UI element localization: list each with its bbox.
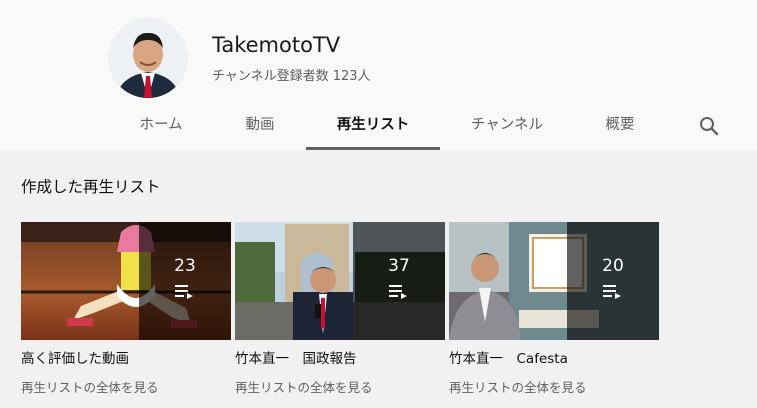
channel-header: TakemotoTV チャンネル登録者数 123人 ホーム 動画 再生リスト チ… [0,0,757,150]
channel-avatar[interactable] [108,18,188,98]
tab-playlists[interactable]: 再生リスト [306,100,440,150]
playlist-title[interactable]: 竹本直一 国政報告 [235,347,357,367]
video-count: 23 [174,256,196,276]
playlist-thumbnail[interactable]: 20 [449,222,659,340]
channel-tabs: ホーム 動画 再生リスト チャンネル 概要 [0,100,757,150]
playlist-card: 23 高く評価した動画 再生リストの全体を見る [21,222,231,395]
playlist-card: 37 竹本直一 国政報告 再生リストの全体を見る [235,222,445,395]
playlist-icon [603,285,621,299]
playlist-icon [389,285,407,299]
video-count: 37 [388,256,410,276]
playlist-overlay: 20 [567,222,659,340]
section-title: 作成した再生リスト [21,178,161,196]
view-full-playlist-link[interactable]: 再生リストの全体を見る [235,377,373,396]
view-full-playlist-link[interactable]: 再生リストの全体を見る [449,377,587,396]
subscriber-count: チャンネル登録者数 123人 [212,69,371,84]
tab-about[interactable]: 概要 [594,100,646,150]
video-count: 20 [602,256,624,276]
playlist-card: 20 竹本直一 Cafesta 再生リストの全体を見る [449,222,659,395]
view-full-playlist-link[interactable]: 再生リストの全体を見る [21,377,159,396]
playlist-thumbnail[interactable]: 23 [21,222,231,340]
tab-home[interactable]: ホーム [126,100,196,150]
tab-channels[interactable]: チャンネル [462,100,552,150]
playlist-title[interactable]: 竹本直一 Cafesta [449,347,568,367]
search-icon[interactable] [698,115,720,137]
playlist-overlay: 23 [139,222,231,340]
channel-name: TakemotoTV [212,33,341,57]
playlist-thumbnail[interactable]: 37 [235,222,445,340]
playlist-title[interactable]: 高く評価した動画 [21,347,129,367]
playlist-overlay: 37 [353,222,445,340]
playlist-icon [175,285,193,299]
tab-videos[interactable]: 動画 [232,100,288,150]
